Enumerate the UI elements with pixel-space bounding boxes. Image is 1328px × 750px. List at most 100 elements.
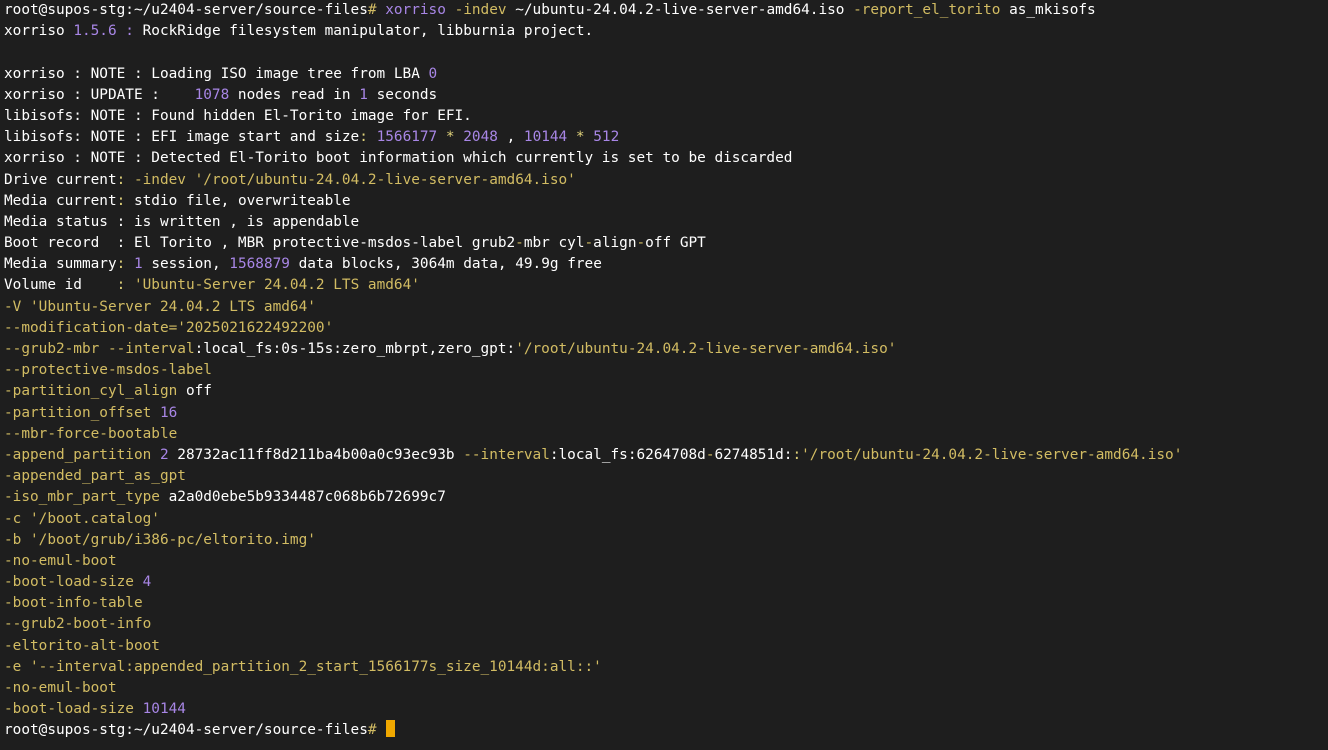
terminal-output-line: -e '--interval:appended_partition_2_star… — [4, 657, 1328, 678]
terminal-text-segment: xorriso : UPDATE : — [4, 86, 195, 103]
terminal-output-line: -eltorito-alt-boot — [4, 636, 1328, 657]
terminal-text-segment: : — [792, 446, 802, 463]
terminal-text-segment: -boot-load-size — [4, 574, 134, 591]
terminal-text-segment: :local_fs:0s-15s:zero_mbrpt,zero_gpt: — [194, 341, 516, 357]
terminal-output-line: xorriso : NOTE : Loading ISO image tree … — [4, 64, 1328, 85]
terminal-text-segment: -eltorito-alt-boot — [4, 637, 160, 654]
terminal-text-segment: 1.5.6 : — [73, 23, 134, 40]
terminal-text-segment: 28732ac11ff8d211ba4b00a0c93ec93b — [168, 446, 464, 463]
terminal-text-segment: --mbr-force-bootable — [4, 425, 178, 442]
terminal-text-segment: : — [359, 129, 368, 146]
terminal-output-line: --protective-msdos-label — [4, 360, 1328, 381]
terminal-text-segment: off — [177, 383, 212, 400]
text-cursor — [386, 720, 396, 738]
terminal-output-line: Drive current: -indev '/root/ubuntu-24.0… — [4, 170, 1328, 191]
terminal-text-segment: * — [575, 129, 585, 146]
terminal-text-segment: 1568879 — [229, 256, 290, 273]
terminal-output-line: -appended_part_as_gpt — [4, 466, 1328, 487]
terminal-text-segment: --modification-date='2025021622492200' — [4, 319, 334, 336]
terminal-text-segment: nodes read in — [229, 86, 360, 103]
terminal-text-segment: : — [116, 256, 126, 273]
terminal-output-line: -boot-load-size 10144 — [4, 699, 1328, 720]
terminal-text-segment: * — [445, 129, 455, 146]
terminal-output-line: -boot-info-table — [4, 593, 1328, 614]
terminal-output-line: Media current: stdio file, overwriteable — [4, 191, 1328, 212]
terminal-text-segment: 512 — [593, 129, 620, 146]
terminal-text-segment: --grub2-boot-info — [4, 616, 152, 633]
terminal-text-segment: -no-emul-boot — [4, 680, 117, 696]
terminal-text-segment: # — [367, 722, 377, 739]
terminal-text-segment: 10144 — [523, 129, 568, 146]
terminal-text-segment: -boot-load-size — [4, 701, 134, 718]
terminal-text-segment: -partition_cyl_align — [4, 383, 178, 400]
terminal-text-segment: align — [593, 235, 637, 252]
terminal-text-segment: --grub2-mbr --interval — [4, 341, 195, 357]
terminal-text-segment: - — [515, 235, 524, 252]
terminal-text-segment: -append_partition — [4, 446, 152, 463]
terminal-text-segment: 'Ubuntu-Server 24.04.2 LTS amd64' — [133, 277, 420, 294]
terminal-text-segment: off GPT — [645, 235, 706, 252]
terminal-text-segment: -b '/boot/grub/i386-pc/eltorito.img' — [4, 531, 316, 548]
terminal-text-segment: xorriso : NOTE : Detected El-Torito boot… — [4, 150, 793, 167]
terminal-text-segment: : — [116, 277, 126, 294]
terminal-text-segment: , — [497, 129, 524, 146]
terminal-output-line: Media summary: 1 session, 1568879 data b… — [4, 254, 1328, 275]
terminal-output-line: -b '/boot/grub/i386-pc/eltorito.img' — [4, 530, 1328, 551]
terminal-output-line: -partition_cyl_align off — [4, 381, 1328, 402]
terminal-window[interactable]: root@supos-stg:~/u2404-server/source-fil… — [0, 0, 1328, 750]
terminal-text-segment: -iso_mbr_part_type — [4, 489, 160, 506]
terminal-text-segment: -e '--interval:appended_partition_2_star… — [4, 658, 602, 675]
terminal-output-line: xorriso : UPDATE : 1078 nodes read in 1 … — [4, 85, 1328, 106]
terminal-text-segment: as_mkisofs — [1000, 2, 1096, 18]
terminal-text-segment: -indev — [454, 2, 507, 18]
terminal-text-segment: : — [116, 171, 126, 188]
terminal-text-segment: Boot record : El Torito , MBR protective… — [4, 235, 516, 252]
terminal-text-segment: -boot-info-table — [4, 595, 143, 612]
terminal-text-segment: RockRidge filesystem manipulator, libbur… — [133, 23, 594, 40]
terminal-text-segment: :local_fs:6264708d — [549, 446, 706, 463]
terminal-output-line: xorriso : NOTE : Detected El-Torito boot… — [4, 148, 1328, 169]
terminal-output-line: Volume id : 'Ubuntu-Server 24.04.2 LTS a… — [4, 275, 1328, 296]
shell-prompt-line[interactable]: root@supos-stg:~/u2404-server/source-fil… — [4, 720, 1328, 742]
terminal-output-line: --grub2-boot-info — [4, 614, 1328, 635]
terminal-text-segment: xorriso : NOTE : Loading ISO image tree … — [4, 65, 429, 82]
terminal-text-segment: Media status : is written , is appendabl… — [4, 213, 360, 230]
terminal-output-line: root@supos-stg:~/u2404-server/source-fil… — [4, 0, 1328, 21]
terminal-text-segment: data blocks, 3064m data, 49.9g free — [289, 256, 602, 273]
terminal-text-segment: xorriso — [4, 23, 74, 40]
terminal-text-segment: 1 — [133, 256, 143, 273]
terminal-text-segment: # — [367, 2, 377, 18]
terminal-text-segment: 1078 — [194, 86, 230, 103]
terminal-output-line: -boot-load-size 4 — [4, 572, 1328, 593]
terminal-text-segment: 16 — [159, 404, 178, 421]
terminal-text-segment: seconds — [367, 86, 438, 103]
terminal-text-segment: --protective-msdos-label — [4, 362, 212, 379]
terminal-output-line: -iso_mbr_part_type a2a0d0ebe5b9334487c06… — [4, 487, 1328, 508]
terminal-text-segment: stdio file, overwriteable — [125, 192, 351, 209]
terminal-text-segment: xorriso — [385, 2, 446, 18]
terminal-text-segment: -indev '/root/ubuntu-24.04.2-live-server… — [133, 171, 576, 188]
terminal-text-segment: Media current — [4, 192, 117, 209]
terminal-text-segment: 4 — [142, 574, 152, 591]
terminal-text-segment: Volume id — [4, 277, 117, 294]
terminal-output-line: -c '/boot.catalog' — [4, 509, 1328, 530]
terminal-text-segment: 2048 — [463, 129, 498, 146]
terminal-output-line: --mbr-force-bootable — [4, 424, 1328, 445]
terminal-text-segment: root@supos-stg:~/u2404-server/source-fil… — [4, 722, 368, 739]
terminal-text-segment: '/root/ubuntu-24.04.2-live-server-amd64.… — [801, 446, 1183, 463]
terminal-output-line: -append_partition 2 28732ac11ff8d211ba4b… — [4, 445, 1328, 466]
terminal-text-segment: 6274851d: — [714, 446, 793, 463]
